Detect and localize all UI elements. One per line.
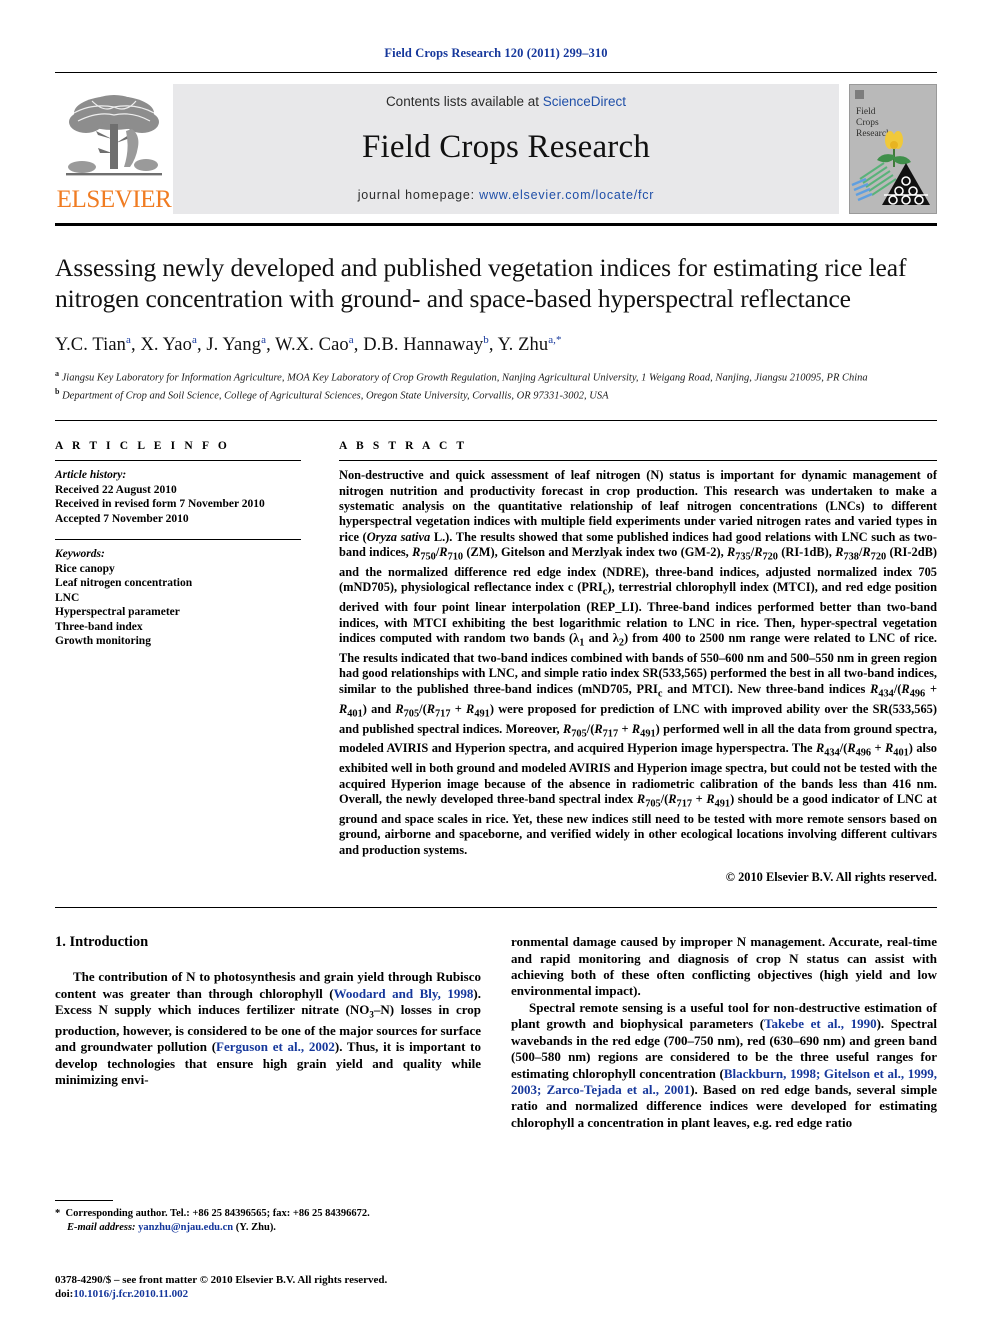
keyword-item: LNC <box>55 591 80 604</box>
keyword-item: Leaf nitrogen concentration <box>55 577 193 590</box>
contents-available-line: Contents lists available at ScienceDirec… <box>386 94 626 109</box>
abstract-column: A B S T R A C T Non-destructive and quic… <box>339 440 937 885</box>
doi-label: doi: <box>55 1288 74 1300</box>
doi-link[interactable]: 10.1016/j.fcr.2010.11.002 <box>73 1288 188 1300</box>
keyword-item: Hyperspectral parameter <box>55 606 180 619</box>
history-item: Received in revised form 7 November 2010 <box>55 498 265 511</box>
abstract-bottom-rule <box>55 907 937 909</box>
body-right-column: ronmental damage caused by improper N ma… <box>511 934 937 1234</box>
article-page: Field Crops Research 120 (2011) 299–310 <box>0 0 992 1323</box>
journal-masthead: ELSEVIER Contents lists available at Sci… <box>55 84 937 214</box>
corresponding-author-footnote: * Corresponding author. Tel.: +86 25 843… <box>55 1200 481 1234</box>
intro-paragraph-left: The contribution of N to photosynthesis … <box>55 969 482 1088</box>
body-columns: 1. Introduction The contribution of N to… <box>55 934 937 1234</box>
cover-corner-mark <box>855 90 864 99</box>
title-block: Assessing newly developed and published … <box>55 252 937 403</box>
history-item: Received 22 August 2010 <box>55 483 177 496</box>
journal-homepage-link[interactable]: www.elsevier.com/locate/fcr <box>479 188 654 202</box>
introduction-heading: 1. Introduction <box>55 934 149 951</box>
article-info-column: A R T I C L E I N F O Article history: R… <box>55 440 301 885</box>
elsevier-wordmark: ELSEVIER <box>56 186 172 213</box>
journal-band: Contents lists available at ScienceDirec… <box>173 84 839 214</box>
keyword-item: Growth monitoring <box>55 635 151 648</box>
colophon: 0378-4290/$ – see front matter © 2010 El… <box>55 1273 387 1301</box>
article-info-rule <box>55 460 301 462</box>
keywords-label: Keywords: <box>55 548 105 561</box>
footnote-text: * Corresponding author. Tel.: +86 25 843… <box>55 1208 370 1233</box>
article-info-heading: A R T I C L E I N F O <box>55 440 230 453</box>
running-head: Field Crops Research 120 (2011) 299–310 <box>384 46 608 60</box>
keyword-item: Rice canopy <box>55 562 115 575</box>
contents-prefix: Contents lists available at <box>385 94 543 109</box>
doi-line: doi:10.1016/j.fcr.2010.11.002 <box>55 1287 387 1301</box>
intro-paragraph-right-1: ronmental damage caused by improper N ma… <box>511 934 937 999</box>
abstract-text: Non-destructive and quick assessment of … <box>339 468 938 857</box>
affiliation-b-text: Department of Crop and Soil Science, Col… <box>62 390 609 402</box>
elsevier-logo: ELSEVIER <box>55 84 173 214</box>
keywords-group: Keywords: Rice canopy Leaf nitrogen conc… <box>55 547 301 649</box>
abstract-heading: A B S T R A C T <box>339 440 468 453</box>
affiliation-a-text: Jiangsu Key Laboratory for Information A… <box>61 372 868 384</box>
journal-cover-thumbnail[interactable]: Field Crops Research <box>849 84 937 214</box>
info-abstract-columns: A R T I C L E I N F O Article history: R… <box>55 440 937 885</box>
keyword-item: Three-band index <box>55 620 143 633</box>
affiliations: a Jiangsu Key Laboratory for Information… <box>55 367 937 403</box>
title-bottom-rule <box>55 420 937 422</box>
cover-artwork-icon <box>851 131 930 205</box>
issn-line: 0378-4290/$ – see front matter © 2010 El… <box>55 1274 388 1286</box>
journal-title: Field Crops Research <box>361 129 651 165</box>
article-history-label: Article history: <box>55 469 127 482</box>
journal-homepage-line: journal homepage: www.elsevier.com/locat… <box>358 188 655 202</box>
masthead-bottom-rule <box>55 223 937 226</box>
affiliation-b: b Department of Crop and Soil Science, C… <box>55 387 609 402</box>
abstract-copyright: © 2010 Elsevier B.V. All rights reserved… <box>725 870 937 885</box>
top-divider <box>55 72 937 73</box>
homepage-prefix: journal homepage: <box>357 188 480 202</box>
keywords-separator <box>55 539 301 541</box>
author-list: Y.C. Tiana, X. Yaoa, J. Yanga, W.X. Caoa… <box>55 334 562 356</box>
cover-title-line-1: Field <box>856 107 876 117</box>
affiliation-a: a Jiangsu Key Laboratory for Information… <box>55 369 868 384</box>
elsevier-tree-icon <box>66 95 162 176</box>
abstract-rule <box>339 460 937 462</box>
footnote-rule <box>55 1200 113 1202</box>
body-left-column: 1. Introduction The contribution of N to… <box>55 934 481 1234</box>
sciencedirect-link[interactable]: ScienceDirect <box>543 94 626 109</box>
history-item: Accepted 7 November 2010 <box>55 512 189 525</box>
page-title: Assessing newly developed and published … <box>55 253 907 313</box>
intro-paragraph-right-2: Spectral remote sensing is a useful tool… <box>511 999 938 1130</box>
article-history-group: Article history: Received 22 August 2010… <box>55 468 301 526</box>
